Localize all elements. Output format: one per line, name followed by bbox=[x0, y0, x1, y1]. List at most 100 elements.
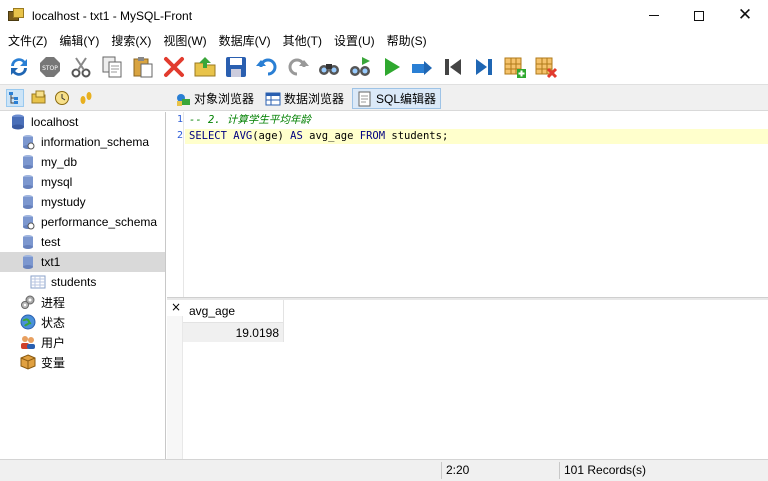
stop-button[interactable]: STOP bbox=[37, 54, 63, 80]
menu-view[interactable]: 视图(W) bbox=[157, 32, 212, 49]
replace-button[interactable] bbox=[347, 54, 373, 80]
sql-keyword: AS bbox=[290, 130, 303, 142]
table-icon bbox=[30, 274, 46, 290]
tree-item-processes[interactable]: 进程 bbox=[0, 292, 165, 312]
sql-editor[interactable]: 1 2 -- 2. 计算学生平均年龄 SELECT AVG(age) AS av… bbox=[167, 112, 768, 297]
status-bar: 2:20 101 Records(s) bbox=[0, 459, 768, 481]
sql-editor-icon bbox=[357, 91, 373, 107]
status-separator bbox=[441, 462, 442, 479]
tree-item-label: test bbox=[41, 235, 61, 249]
close-results-button[interactable]: × bbox=[171, 300, 183, 314]
line-number: 2 bbox=[176, 130, 183, 141]
main-toolbar: STOP bbox=[0, 50, 768, 84]
refresh-icon bbox=[11, 58, 27, 76]
result-cell[interactable]: 19.0198 bbox=[183, 323, 284, 342]
last-button[interactable] bbox=[471, 54, 497, 80]
open-button[interactable] bbox=[192, 54, 218, 80]
tree-item-label: 进程 bbox=[41, 295, 66, 310]
menu-help[interactable]: 帮助(S) bbox=[381, 32, 433, 49]
tree-item-label: 状态 bbox=[41, 315, 66, 330]
tree-item-status[interactable]: 状态 bbox=[0, 312, 165, 332]
minimize-button[interactable] bbox=[631, 0, 677, 31]
bookmarks-toggle[interactable] bbox=[30, 89, 48, 107]
undo-icon bbox=[256, 58, 277, 76]
tree-item-test[interactable]: test bbox=[0, 232, 165, 252]
sql-argument: (age) bbox=[252, 130, 284, 142]
tree-item-mystudy[interactable]: mystudy bbox=[0, 192, 165, 212]
tree-item-my-db[interactable]: my_db bbox=[0, 152, 165, 172]
tree-item-label: students bbox=[51, 275, 97, 289]
menu-other[interactable]: 其他(T) bbox=[277, 32, 328, 49]
clock-icon bbox=[55, 91, 69, 105]
first-button[interactable] bbox=[440, 54, 466, 80]
status-separator bbox=[559, 462, 560, 479]
tab-sql-editor[interactable]: SQL编辑器 bbox=[352, 88, 442, 109]
tab-data-browser[interactable]: 数据浏览器 bbox=[261, 88, 348, 109]
tab-data-browser-label: 数据浏览器 bbox=[284, 92, 345, 106]
delete-row-button[interactable] bbox=[533, 54, 559, 80]
tree-item-label: mystudy bbox=[41, 195, 86, 209]
menu-search[interactable]: 搜索(X) bbox=[105, 32, 157, 49]
insert-row-button[interactable] bbox=[502, 54, 528, 80]
maximize-button[interactable] bbox=[676, 0, 722, 31]
menu-database[interactable]: 数据库(V) bbox=[213, 32, 277, 49]
tree-item-information-schema[interactable]: information_schema bbox=[0, 132, 165, 152]
tree-item-users[interactable]: 用户 bbox=[0, 332, 165, 352]
sql-comment: -- 2. 计算学生平均年龄 bbox=[189, 114, 311, 126]
tab-sql-editor-label: SQL编辑器 bbox=[376, 92, 437, 106]
variables-icon bbox=[20, 354, 36, 370]
find-button[interactable] bbox=[316, 54, 342, 80]
tree-item-txt1[interactable]: txt1 bbox=[0, 252, 165, 272]
tree-item-localhost[interactable]: localhost bbox=[0, 112, 165, 132]
sql-history-toggle[interactable] bbox=[77, 89, 95, 107]
find-icon bbox=[319, 64, 339, 75]
data-browser-icon bbox=[265, 91, 281, 107]
first-icon bbox=[445, 59, 461, 75]
paste-button[interactable] bbox=[130, 54, 156, 80]
tree-item-variables[interactable]: 变量 bbox=[0, 352, 165, 372]
footprint-icon bbox=[80, 92, 92, 104]
tree-item-performance-schema[interactable]: performance_schema bbox=[0, 212, 165, 232]
tree-item-mysql[interactable]: mysql bbox=[0, 172, 165, 192]
redo-button[interactable] bbox=[285, 54, 311, 80]
undo-button[interactable] bbox=[254, 54, 280, 80]
folder-icon bbox=[31, 90, 46, 104]
line-number-gutter: 1 2 bbox=[167, 112, 184, 297]
tab-object-browser-label: 对象浏览器 bbox=[194, 92, 255, 106]
cut-button[interactable] bbox=[68, 54, 94, 80]
users-icon bbox=[20, 334, 36, 350]
menu-bar: 文件(Z) 编辑(Y) 搜索(X) 视图(W) 数据库(V) 其他(T) 设置(… bbox=[0, 31, 768, 50]
tree-item-label: 变量 bbox=[41, 355, 66, 370]
minimize-icon bbox=[649, 15, 659, 16]
paste-icon bbox=[133, 57, 153, 78]
save-button[interactable] bbox=[223, 54, 249, 80]
history-toggle[interactable] bbox=[53, 89, 71, 107]
stop-icon: STOP bbox=[40, 57, 60, 77]
run-button[interactable] bbox=[378, 54, 404, 80]
sql-function: AVG bbox=[233, 130, 253, 142]
tree-item-students[interactable]: students bbox=[0, 272, 165, 292]
replace-icon bbox=[350, 57, 370, 76]
close-button[interactable]: ✕ bbox=[722, 0, 768, 31]
tree-view-toggle[interactable] bbox=[6, 89, 24, 107]
tab-object-browser[interactable]: 对象浏览器 bbox=[171, 88, 258, 109]
record-count: 101 Records(s) bbox=[564, 463, 647, 477]
run-line-button[interactable] bbox=[409, 54, 435, 80]
open-icon bbox=[194, 57, 216, 77]
copy-icon bbox=[102, 56, 122, 78]
column-header-avg-age[interactable]: avg_age bbox=[183, 300, 284, 323]
view-bar: 对象浏览器 数据浏览器 SQL编辑器 bbox=[0, 84, 768, 111]
database-tree: localhost information_schema my_db mysql… bbox=[0, 112, 166, 459]
database-icon bbox=[20, 154, 36, 170]
copy-button[interactable] bbox=[99, 54, 125, 80]
sql-alias: avg_age bbox=[309, 130, 354, 142]
last-icon bbox=[476, 59, 492, 75]
menu-edit[interactable]: 编辑(Y) bbox=[53, 32, 105, 49]
delete-button[interactable] bbox=[161, 54, 187, 80]
menu-file[interactable]: 文件(Z) bbox=[2, 32, 53, 49]
redo-icon bbox=[288, 58, 309, 76]
refresh-button[interactable] bbox=[6, 54, 32, 80]
menu-settings[interactable]: 设置(U) bbox=[328, 32, 381, 49]
insert-row-icon bbox=[504, 57, 526, 78]
object-browser-icon bbox=[175, 91, 191, 107]
